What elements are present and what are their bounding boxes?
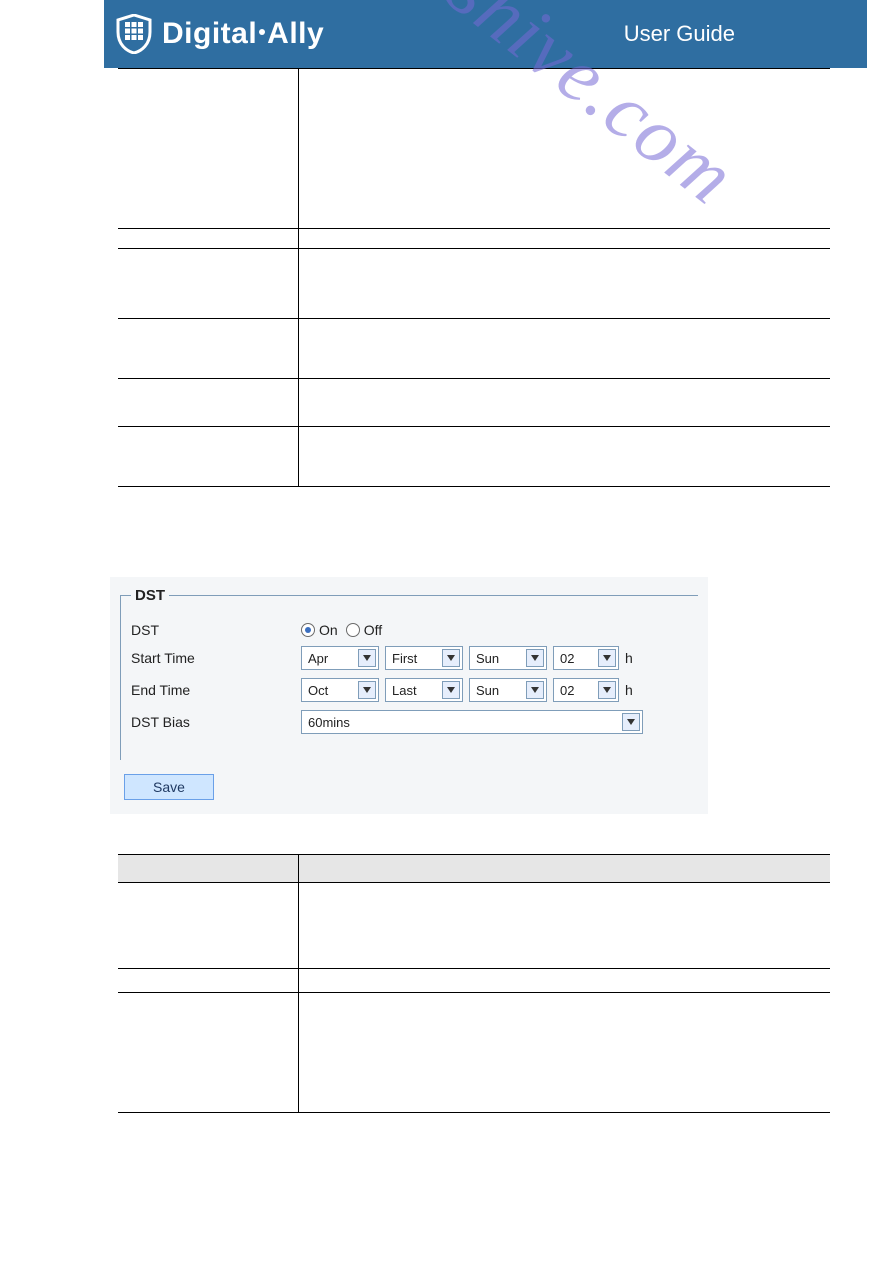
chevron-down-icon xyxy=(598,649,616,667)
chevron-down-icon xyxy=(358,649,376,667)
hour-suffix: h xyxy=(625,682,633,698)
dst-on-label: On xyxy=(319,622,338,638)
dst-settings-figure: DST DST On Off Start Time Apr First Sun … xyxy=(110,577,708,814)
spec-table-lower xyxy=(118,854,830,1113)
dst-on-radio[interactable]: On xyxy=(301,622,338,638)
dst-fieldset: DST DST On Off Start Time Apr First Sun … xyxy=(120,587,698,760)
dst-bias-select[interactable]: 60mins xyxy=(301,710,643,734)
save-button[interactable]: Save xyxy=(124,774,214,800)
chevron-down-icon xyxy=(622,713,640,731)
start-hour-select[interactable]: 02 xyxy=(553,646,619,670)
brand-text: DigitalAlly xyxy=(162,17,324,51)
dst-enable-row: DST On Off xyxy=(131,622,688,638)
dst-end-row: End Time Oct Last Sun 02 h xyxy=(131,678,688,702)
end-pos-select[interactable]: Last xyxy=(385,678,463,702)
end-time-label: End Time xyxy=(131,682,301,698)
start-day-select[interactable]: Sun xyxy=(469,646,547,670)
start-time-label: Start Time xyxy=(131,650,301,666)
dst-bias-row: DST Bias 60mins xyxy=(131,710,688,734)
chevron-down-icon xyxy=(358,681,376,699)
chevron-down-icon xyxy=(598,681,616,699)
brand-logo: DigitalAlly xyxy=(116,14,324,54)
end-month-select[interactable]: Oct xyxy=(301,678,379,702)
end-day-select[interactable]: Sun xyxy=(469,678,547,702)
dst-legend: DST xyxy=(131,587,169,604)
dst-off-radio[interactable]: Off xyxy=(346,622,382,638)
page-header: DigitalAlly User Guide xyxy=(104,0,867,68)
dst-off-label: Off xyxy=(364,622,382,638)
dst-start-row: Start Time Apr First Sun 02 h xyxy=(131,646,688,670)
start-month-select[interactable]: Apr xyxy=(301,646,379,670)
hour-suffix: h xyxy=(625,650,633,666)
chevron-down-icon xyxy=(526,649,544,667)
chevron-down-icon xyxy=(442,649,460,667)
dst-bias-label: DST Bias xyxy=(131,714,301,730)
end-hour-select[interactable]: 02 xyxy=(553,678,619,702)
dst-label: DST xyxy=(131,622,301,638)
chevron-down-icon xyxy=(526,681,544,699)
chevron-down-icon xyxy=(442,681,460,699)
shield-icon xyxy=(116,14,152,54)
header-right-text: User Guide xyxy=(624,21,855,47)
start-pos-select[interactable]: First xyxy=(385,646,463,670)
spec-table-upper xyxy=(118,68,830,487)
